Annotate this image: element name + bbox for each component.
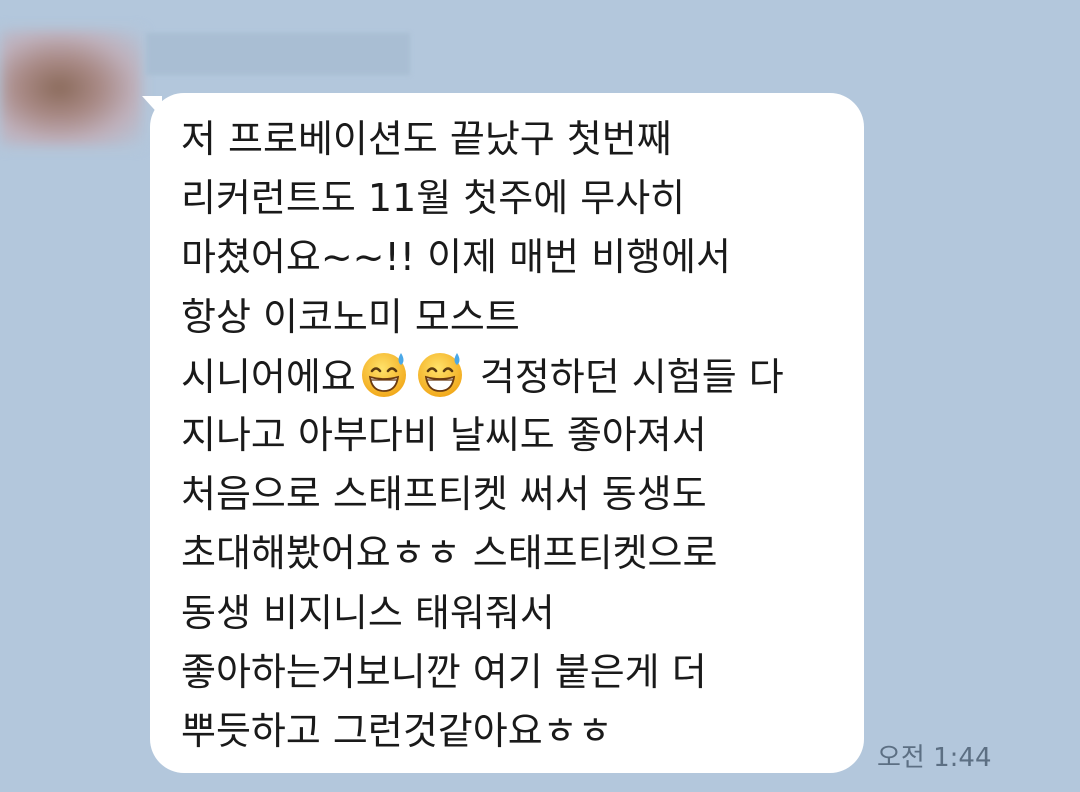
grinning-sweat-emoji-icon (358, 347, 410, 399)
message-line: 뿌듯하고 그런것같아요ㅎㅎ (181, 708, 613, 753)
message-line: 동생 비지니스 태워줘서 (181, 590, 555, 635)
message-line: 좋아하는거보니깐 여기 붙은게 더 (181, 649, 707, 694)
message-line: 마쳤어요~~!! 이제 매번 비행에서 (181, 235, 731, 280)
message-line: 저 프로베이션도 끝났구 첫번째 (181, 117, 672, 161)
message-line: 리커런트도 11월 첫주에 무사히 (181, 176, 686, 221)
message-timestamp: 오전 1:44 (877, 743, 992, 773)
sender-avatar[interactable] (0, 30, 142, 146)
grinning-sweat-emoji-icon (414, 347, 466, 399)
message-line: 지나고 아부다비 날씨도 좋아져서 (181, 412, 707, 457)
message-text: 걱정하던 시험들 다 (467, 354, 784, 399)
message-line: 초대해봤어요ㅎㅎ 스태프티켓으로 (181, 531, 718, 576)
message-text: 시니어에요 (181, 354, 356, 399)
message-line-with-emoji: 시니어에요 걱정하던 시험들 다 (181, 347, 844, 406)
message-line: 처음으로 스태프티켓 써서 동생도 (181, 472, 707, 517)
message-bubble[interactable]: 저 프로베이션도 끝났구 첫번째 리커런트도 11월 첫주에 무사히 마쳤어요~… (150, 93, 864, 773)
sender-name (146, 33, 410, 75)
message-line: 항상 이코노미 모스트 (181, 294, 520, 339)
